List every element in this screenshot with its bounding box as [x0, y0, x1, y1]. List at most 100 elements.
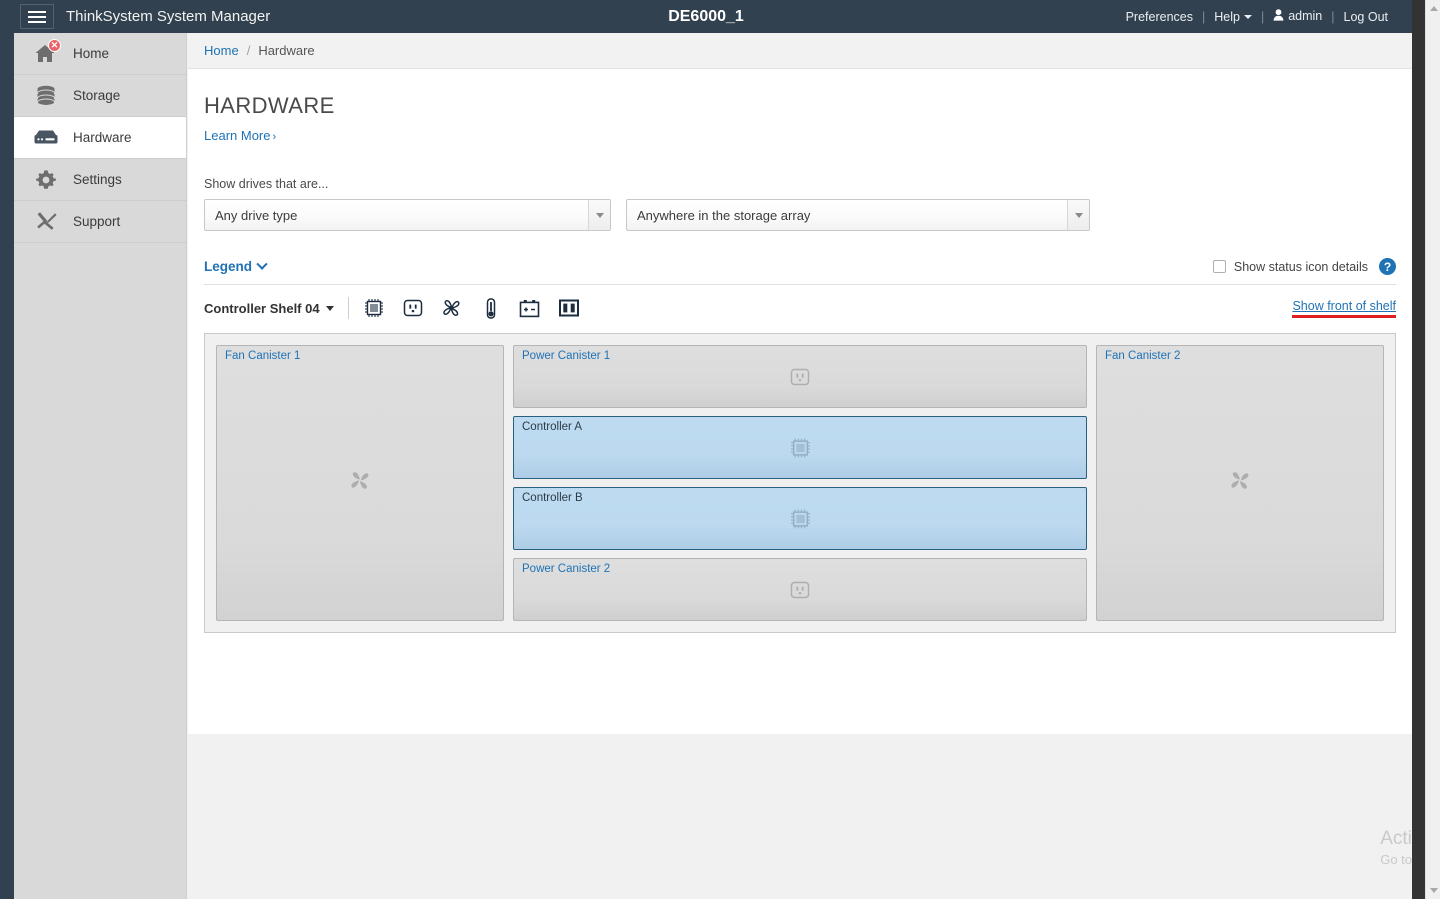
- power-outlet-icon[interactable]: [402, 297, 424, 319]
- shelf-toolbar: Controller Shelf 04 Show front of shelf: [204, 284, 1396, 319]
- bay-label: Power Canister 1: [522, 350, 611, 362]
- component-filter-icons: [363, 297, 580, 319]
- help-icon[interactable]: ?: [1379, 258, 1396, 275]
- sidebar-item-settings[interactable]: Settings: [14, 159, 186, 201]
- status-icon-details-control: Show status icon details ?: [1212, 258, 1396, 275]
- fan-canister-2[interactable]: Fan Canister 2: [1096, 345, 1384, 621]
- chevron-down-icon: [1243, 15, 1252, 20]
- power-canister-2[interactable]: Power Canister 2: [513, 558, 1087, 621]
- thermometer-icon[interactable]: [480, 297, 502, 319]
- show-status-icon-details-label: Show status icon details: [1233, 259, 1368, 274]
- sidebar-item-label: Hardware: [73, 130, 132, 145]
- header-separator: |: [1260, 9, 1265, 24]
- show-status-icon-details-checkbox[interactable]: [1212, 260, 1226, 273]
- controller-chip-icon[interactable]: [363, 297, 385, 319]
- home-error-badge: ✕: [48, 38, 61, 52]
- location-select[interactable]: Anywhere in the storage array: [626, 199, 1090, 231]
- controller-chip-icon: [514, 437, 1086, 458]
- bay-label: Fan Canister 1: [225, 350, 301, 362]
- hamburger-menu-icon[interactable]: [20, 4, 54, 29]
- sidebar-item-hardware[interactable]: Hardware: [14, 117, 186, 159]
- bay-label: Controller A: [522, 421, 583, 433]
- top-header-bar: DE6000_1 ThinkSystem System Manager Pref…: [0, 0, 1412, 33]
- application-window: DE6000_1 ThinkSystem System Manager Pref…: [0, 0, 1440, 899]
- sidebar-item-home[interactable]: ✕ Home: [14, 33, 186, 75]
- legend-toggle[interactable]: Legend: [204, 258, 268, 274]
- breadcrumb-separator: /: [246, 43, 251, 58]
- hamburger-bar: [28, 10, 46, 13]
- sidebar-item-label: Home: [73, 46, 110, 61]
- bay-label: Controller B: [522, 492, 583, 504]
- power-canister-1[interactable]: Power Canister 1: [513, 345, 1087, 408]
- scroll-up-arrow-icon[interactable]: [1426, 0, 1440, 17]
- chevron-down-icon: [325, 305, 334, 311]
- page-scrollbar[interactable]: [1425, 0, 1440, 899]
- controller-chip-icon: [514, 508, 1086, 529]
- help-menu[interactable]: Help: [1212, 10, 1254, 24]
- controller-b[interactable]: Controller B: [513, 487, 1087, 550]
- user-account-link[interactable]: admin: [1271, 9, 1324, 24]
- cache-memory-icon[interactable]: [558, 297, 580, 319]
- bay-label: Fan Canister 2: [1105, 350, 1181, 362]
- preferences-link[interactable]: Preferences: [1124, 10, 1195, 24]
- shelf-middle-column: Power Canister 1 Controller A Controller…: [513, 345, 1087, 621]
- sidebar-navigation: ✕ Home Storage Hardware Settings Support: [14, 33, 187, 899]
- bay-label: Power Canister 2: [522, 563, 611, 575]
- filter-label: Show drives that are...: [204, 177, 329, 191]
- shelf-toolbar-left: Controller Shelf 04: [204, 297, 580, 319]
- hamburger-bar: [28, 15, 46, 18]
- right-edge-band: [1412, 0, 1425, 899]
- breadcrumb: Home / Hardware: [188, 33, 1412, 69]
- hardware-icon: [31, 125, 61, 151]
- shelf-diagram: Fan Canister 1 Power Canister 1 Controll…: [204, 333, 1396, 633]
- chevron-down-icon[interactable]: [1067, 200, 1089, 230]
- power-outlet-icon: [514, 368, 1086, 386]
- breadcrumb-home-link[interactable]: Home: [204, 43, 239, 58]
- toolbar-divider: [347, 297, 349, 319]
- sidebar-item-label: Support: [73, 214, 121, 229]
- header-separator: |: [1202, 9, 1206, 24]
- hamburger-bar: [28, 20, 46, 23]
- battery-icon[interactable]: [519, 297, 541, 319]
- storage-icon: [31, 83, 61, 109]
- watermark-line-2: Go to: [1380, 852, 1412, 868]
- drive-type-select[interactable]: Any drive type: [204, 199, 611, 231]
- shelf-selector-dropdown[interactable]: Controller Shelf 04: [204, 301, 334, 316]
- help-label: Help: [1214, 9, 1240, 24]
- watermark-line-1: Acti: [1380, 827, 1412, 849]
- chevron-down-icon[interactable]: [588, 200, 610, 230]
- sidebar-accent-strip: [0, 33, 14, 899]
- breadcrumb-current: Hardware: [258, 43, 315, 58]
- gear-icon: [31, 167, 61, 193]
- sidebar-item-storage[interactable]: Storage: [14, 75, 186, 117]
- home-icon: ✕: [31, 38, 61, 67]
- power-outlet-icon: [514, 581, 1086, 599]
- activate-windows-watermark: Acti Go to: [1380, 826, 1412, 869]
- hardware-panel: HARDWARE Learn More › Show drives that ar…: [188, 69, 1412, 734]
- show-front-of-shelf-link[interactable]: Show front of shelf: [1292, 299, 1396, 318]
- drive-type-value: Any drive type: [215, 207, 298, 223]
- controller-a[interactable]: Controller A: [513, 416, 1087, 479]
- page-title: HARDWARE: [204, 93, 335, 118]
- fan-icon: [348, 469, 372, 497]
- user-icon: [1273, 9, 1284, 24]
- scroll-down-arrow-icon[interactable]: [1426, 882, 1440, 899]
- legend-row: Legend Show status icon details ?: [204, 258, 1396, 284]
- sidebar-item-label: Storage: [73, 88, 121, 103]
- sidebar-item-support[interactable]: Support: [14, 201, 186, 243]
- filter-row: Any drive type Anywhere in the storage a…: [204, 199, 1396, 231]
- legend-label: Legend: [204, 259, 253, 274]
- header-separator: |: [1331, 9, 1335, 24]
- fan-icon[interactable]: [441, 297, 463, 319]
- fan-canister-1[interactable]: Fan Canister 1: [216, 345, 504, 621]
- main-content: Home / Hardware HARDWARE Learn More › Sho…: [188, 33, 1412, 899]
- header-actions: Preferences | Help | admin | Log Out: [1124, 0, 1390, 33]
- learn-more-link[interactable]: Learn More ›: [204, 128, 276, 143]
- chevron-right-icon: ›: [272, 131, 277, 143]
- chevron-down-icon: [256, 258, 268, 270]
- location-value: Anywhere in the storage array: [637, 207, 811, 223]
- fan-icon: [1228, 469, 1252, 497]
- application-title: ThinkSystem System Manager: [66, 8, 271, 25]
- sidebar-item-label: Settings: [73, 172, 122, 187]
- logout-link[interactable]: Log Out: [1342, 10, 1390, 24]
